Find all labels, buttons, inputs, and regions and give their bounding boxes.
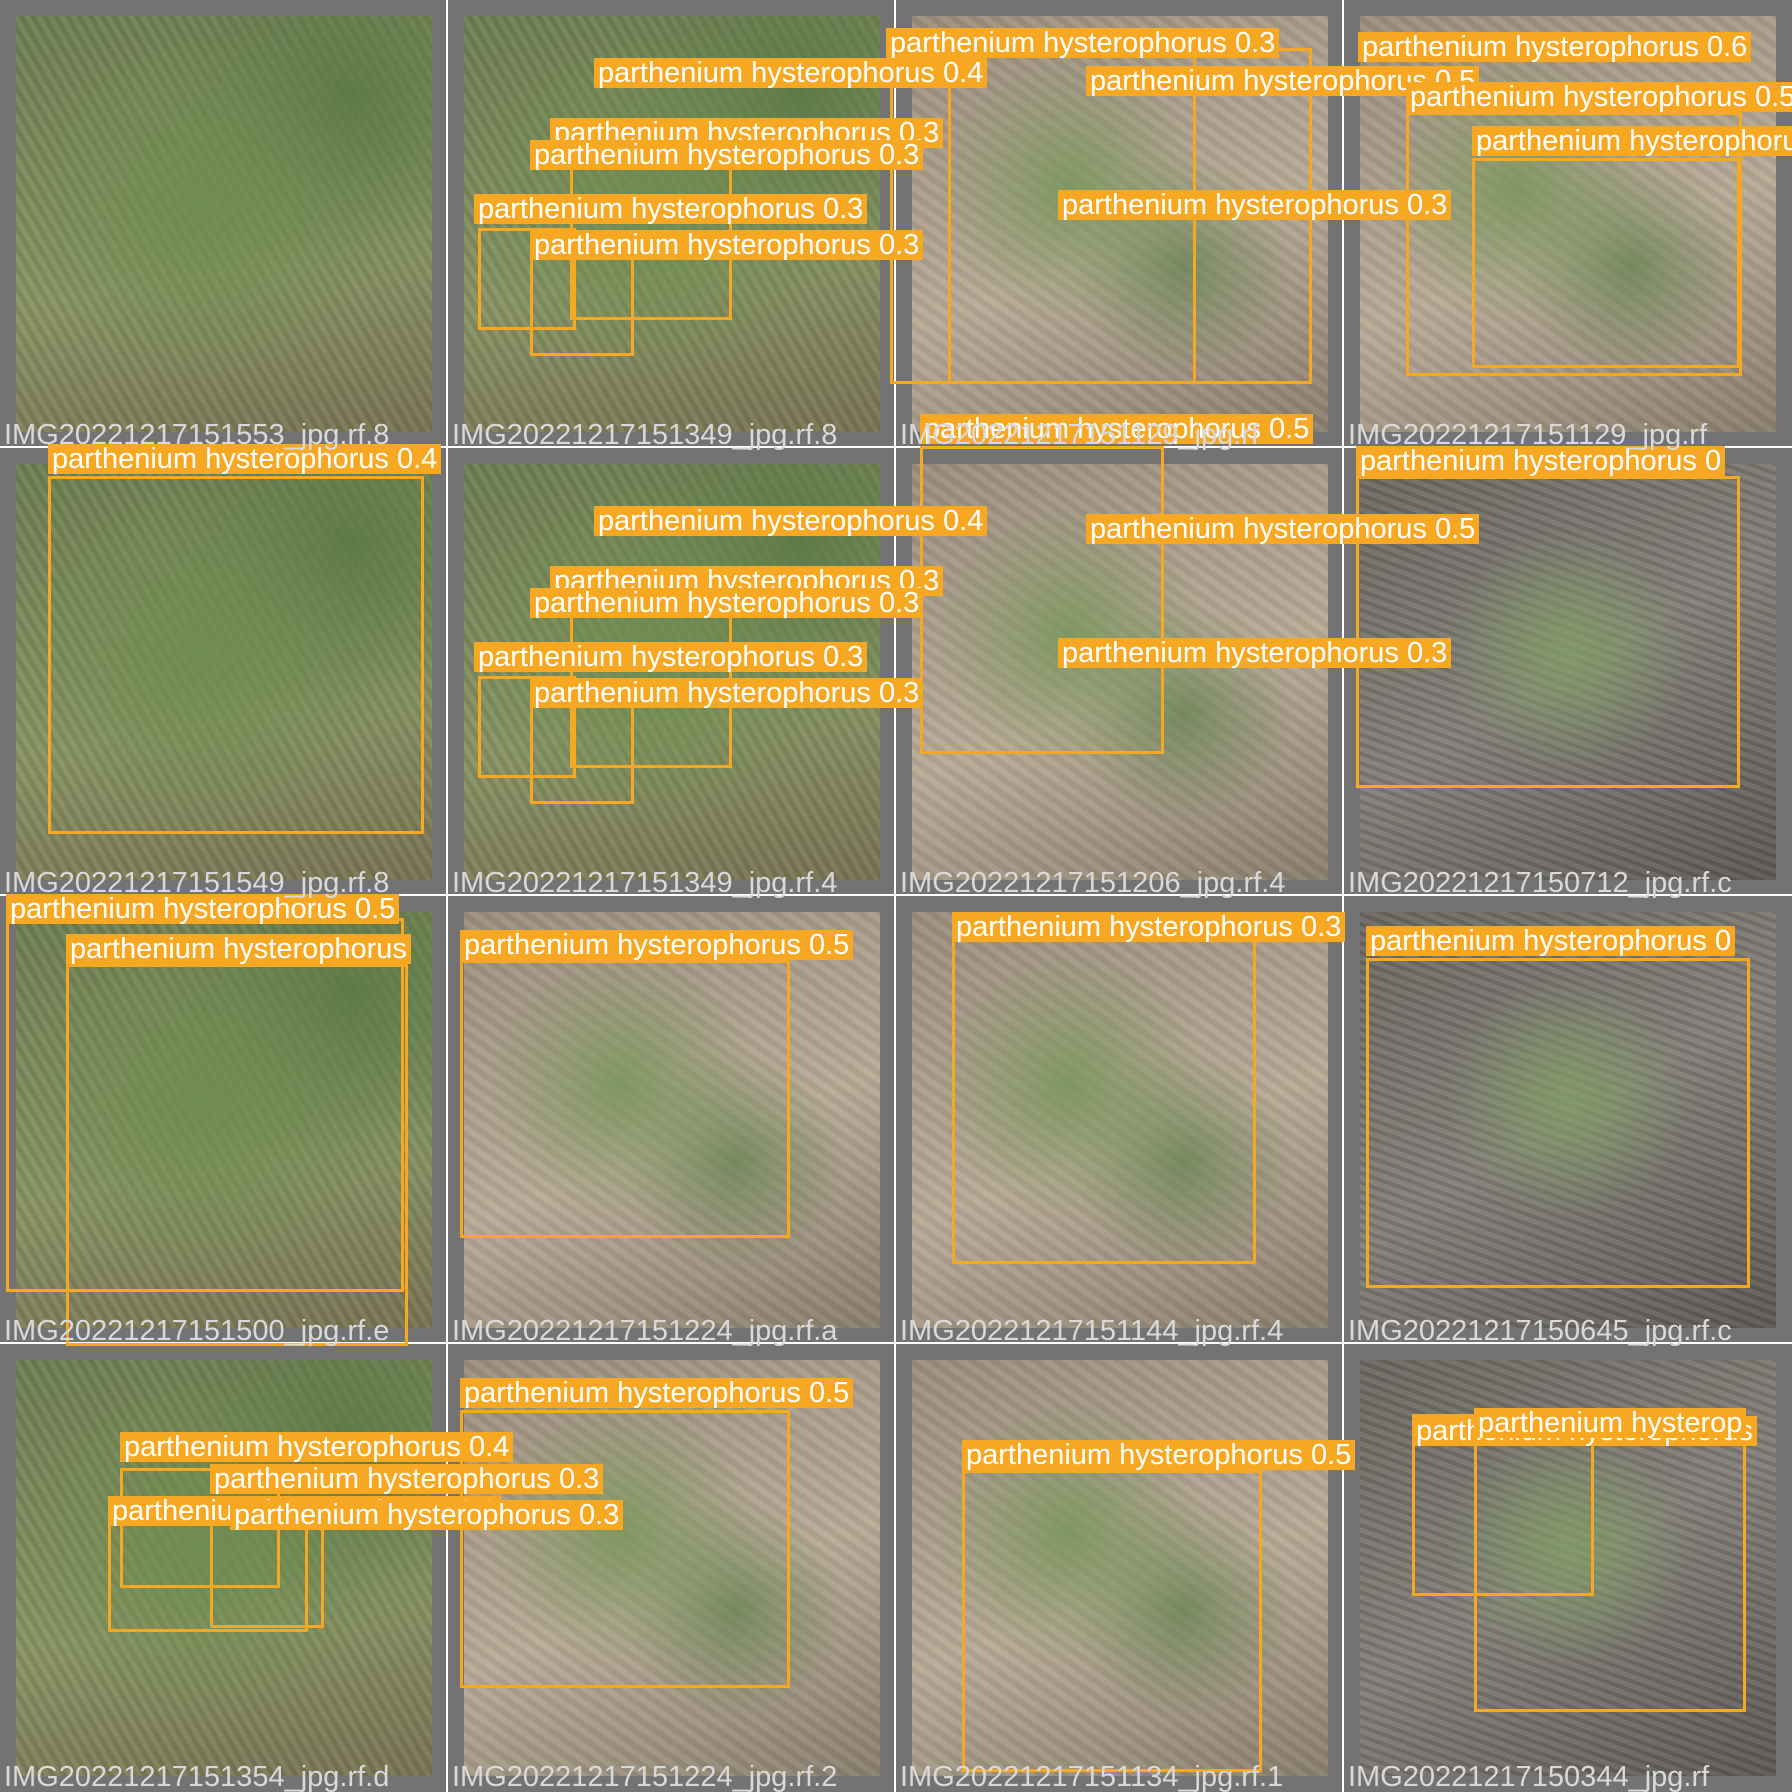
detection-label: parthenium hysterophorus 0.4 (594, 58, 988, 88)
detection-label: parthenium hysterophorus 0.3 (474, 642, 868, 672)
detection-label: parthenium hysterop (1474, 1408, 1747, 1438)
image-filename: IMG20221217151349_jpg.rf.8 (452, 419, 838, 451)
image-filename: IMG20221217151349_jpg.rf.4 (452, 867, 838, 899)
image-filename: IMG20221217151206_jpg.rf.4 (900, 867, 1286, 899)
prediction-grid: parthenium hysterophorus 0.4 parthenium … (0, 0, 1792, 1792)
detection-label: parthenium hysterophorus 0.3 (530, 140, 924, 170)
detection-label: parthenium hysterophorus 0.6 (1358, 32, 1752, 62)
detection-label: parthenium hysterophorus 0.3 (474, 194, 868, 224)
detection-box (460, 960, 790, 1238)
detection-label: parthenium hysterophorus 0.3 (230, 1500, 624, 1530)
image-filename: IMG20221217151553_jpg.rf.8 (4, 419, 390, 451)
grid-divider (1342, 0, 1344, 1792)
image-filename: IMG20221217151224_jpg.rf.2 (452, 1761, 838, 1792)
detection-label: parthenium hysterophorus (66, 934, 411, 964)
detection-label: parthenium hysterophorus 0.3 (530, 588, 924, 618)
detection-label: parthenium hysterophorus 0.3 (530, 678, 924, 708)
detection-label: parthenium hysterophorus 0.5 (460, 1378, 854, 1408)
detection-label: parthenium hysterophorus 0.3 (1058, 190, 1452, 220)
detection-box (48, 476, 424, 834)
detection-box (108, 1522, 308, 1632)
image-filename: IMG20221217150645_jpg.rf.c (1348, 1315, 1732, 1347)
detection-label: parthenium hysterophorus 0.5 (1086, 514, 1480, 544)
detection-label: parthenium hysterophorus 0.5 (962, 1440, 1356, 1470)
detection-label: parthenium hysterophorus 0.5 (1406, 82, 1792, 112)
detection-box (920, 446, 1164, 754)
image-filename: IMG20221217151549_jpg.rf.8 (4, 867, 390, 899)
detection-label: parthenium hysterophorus 0 (1366, 926, 1736, 956)
image-filename: IMG20221217151144_jpg.rf.4 (900, 1315, 1284, 1347)
detection-label: parthenium hysterophorus 0.5 (1472, 126, 1792, 156)
detection-box (952, 938, 1256, 1264)
detection-box (1474, 1432, 1746, 1712)
image-filename: IMG20221217150344_jpg.rf (1348, 1761, 1710, 1792)
plant-photo-image (16, 16, 432, 432)
detection-label: parthenium hysterophorus 0.4 (594, 506, 988, 536)
detection-box (962, 1470, 1262, 1772)
image-filename: IMG20221217151129_jpg.rf (1348, 419, 1708, 451)
detection-label: parthenium hysterophorus 0.3 (952, 912, 1346, 942)
image-filename: IMG20221217151129_jpg.rf (900, 419, 1260, 451)
detection-label: parthenium hysterophorus 0.3 (886, 28, 1280, 58)
detection-label: parthenium hysterophorus 0.3 (530, 230, 924, 260)
detection-label: parthenium hysterophorus 0.5 (460, 930, 854, 960)
image-filename: IMG20221217151224_jpg.rf.a (452, 1315, 838, 1347)
detection-box (1366, 958, 1750, 1288)
detection-label: parthenium hysterophorus 0.3 (1058, 638, 1452, 668)
grid-tile (0, 0, 448, 448)
detection-label: parthenium hysterophorus 0.4 (120, 1432, 514, 1462)
image-filename: IMG20221217151354_jpg.rf.d (4, 1761, 390, 1792)
image-filename: IMG20221217151500_jpg.rf.e (4, 1315, 390, 1347)
detection-label: parthenium hysterophorus 0.3 (210, 1464, 604, 1494)
image-filename: IMG20221217150712_jpg.rf.c (1348, 867, 1732, 899)
detection-box (1472, 158, 1740, 368)
image-filename: IMG20221217151134_jpg.rf.1 (900, 1761, 1284, 1792)
detection-box (66, 964, 408, 1346)
